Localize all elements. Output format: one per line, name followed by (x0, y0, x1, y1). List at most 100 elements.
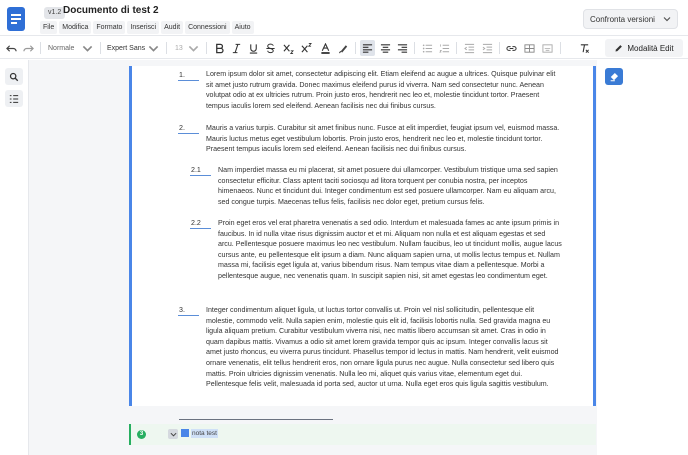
menu-inserisci[interactable]: Inserisci (127, 21, 160, 34)
menu-bar: File Modifica Formato Inserisci Audit Co… (40, 21, 254, 34)
font-family-value: Expert Sans (107, 44, 146, 52)
section-paragraph[interactable]: Mauris a varius turpis. Curabitur sit am… (206, 123, 562, 155)
insert-table-button[interactable] (522, 40, 536, 56)
compare-versions-label: Confronta versioni (590, 14, 655, 24)
outdent-icon (463, 43, 474, 53)
document-area: 1. Lorem ipsum dolor sit amet, consectet… (29, 60, 597, 455)
indent-icon (482, 43, 492, 53)
pencil-icon (615, 44, 623, 51)
chevron-down-icon (170, 432, 176, 437)
note-color-marker (181, 429, 189, 437)
app-window: v1.2 Documento di test 2 File Modifica F… (0, 0, 688, 455)
clear-formatting-icon (580, 43, 589, 53)
section-number-underline (178, 133, 199, 134)
align-center-button[interactable] (378, 40, 392, 56)
stamp-icon (610, 72, 619, 81)
subsection-number: 2.2 (191, 219, 201, 227)
comment-panel-button[interactable] (605, 68, 623, 85)
bullet-list-icon (422, 43, 432, 53)
edit-mode-button[interactable]: Modalità Edit (605, 39, 683, 57)
chevron-down-icon (188, 45, 199, 52)
menu-formato[interactable]: Formato (93, 21, 126, 34)
left-side-panel (0, 60, 29, 455)
highlight-button[interactable] (336, 40, 350, 56)
menu-file[interactable]: File (40, 21, 58, 34)
link-icon (506, 45, 517, 51)
paragraph-style-value: Normale (48, 44, 75, 52)
footnote-divider (179, 419, 333, 420)
underline-button[interactable] (246, 40, 260, 56)
menu-modifica[interactable]: Modifica (59, 21, 92, 34)
compare-versions-dropdown[interactable]: Confronta versioni (583, 9, 678, 29)
document-page[interactable]: 1. Lorem ipsum dolor sit amet, consectet… (129, 66, 596, 406)
text-color-button[interactable] (318, 40, 332, 56)
superscript-button[interactable] (299, 40, 314, 56)
menu-audit[interactable]: Audit (161, 21, 184, 34)
bold-button[interactable] (212, 40, 226, 56)
title-bar: v1.2 Documento di test 2 File Modifica F… (0, 0, 688, 36)
undo-button[interactable] (4, 40, 18, 56)
section-number-underline (178, 315, 199, 316)
subscript-icon (283, 43, 294, 54)
font-family-select[interactable]: Expert Sans (107, 40, 159, 56)
outline-list-icon (9, 94, 19, 103)
subsection-number: 2.1 (191, 166, 201, 174)
align-right-button[interactable] (395, 40, 409, 56)
section-number: 1. (179, 71, 185, 79)
edit-mode-label: Modalità Edit (627, 43, 674, 53)
indent-button[interactable] (480, 40, 494, 56)
formatting-toolbar: Normale Expert Sans 13 Modalità Edit (0, 37, 688, 59)
section-paragraph[interactable]: Proin eget eros vel erat pharetra venena… (218, 218, 563, 282)
notes-count-badge: 3 (137, 430, 146, 439)
right-side-panel (597, 60, 688, 455)
note-text[interactable]: nota test (191, 429, 218, 438)
strikethrough-button[interactable] (263, 40, 277, 56)
insert-image-button[interactable] (540, 40, 554, 56)
chevron-down-icon (148, 45, 159, 52)
clear-formatting-button[interactable] (577, 40, 591, 56)
bullet-list-button[interactable] (420, 40, 434, 56)
document-title[interactable]: Documento di test 2 (63, 5, 159, 16)
superscript-icon (301, 42, 312, 53)
font-size-value: 13 (175, 44, 183, 52)
highlighter-icon (338, 44, 347, 53)
section-paragraph[interactable]: Nam imperdiet massa eu mi placerat, sit … (218, 165, 563, 207)
search-icon (9, 72, 19, 81)
chevron-down-icon (663, 17, 671, 22)
italic-icon (232, 43, 240, 53)
image-icon (541, 43, 553, 53)
section-paragraph[interactable]: Integer condimentum aliquet ligula, ut l… (206, 305, 562, 390)
notes-bar: 3 nota test (129, 424, 596, 445)
table-icon (523, 43, 535, 53)
undo-icon (5, 44, 17, 52)
chevron-down-icon (82, 45, 93, 52)
menu-aiuto[interactable]: Aiuto (231, 21, 254, 34)
notes-expand-button[interactable] (168, 429, 178, 439)
insert-link-button[interactable] (504, 40, 519, 56)
bold-icon (215, 43, 224, 53)
strikethrough-icon (265, 43, 275, 53)
align-center-icon (380, 43, 390, 53)
section-number: 3. (179, 306, 185, 314)
subscript-button[interactable] (281, 40, 296, 56)
outline-panel-button[interactable] (5, 90, 23, 107)
section-number-underline (190, 228, 211, 229)
font-size-select[interactable]: 13 (175, 40, 199, 56)
numbered-list-icon (438, 43, 449, 53)
align-left-button[interactable] (360, 40, 375, 56)
align-right-icon (397, 43, 407, 53)
numbered-list-button[interactable] (437, 40, 451, 56)
text-color-icon (320, 42, 330, 54)
menu-connessioni[interactable]: Connessioni (185, 21, 230, 34)
search-panel-button[interactable] (5, 68, 23, 85)
underline-icon (249, 43, 257, 54)
section-number-underline (190, 175, 211, 176)
redo-button[interactable] (21, 40, 35, 56)
section-number: 2. (179, 124, 185, 132)
paragraph-style-select[interactable]: Normale (48, 40, 93, 56)
align-left-icon (362, 43, 373, 53)
outdent-button[interactable] (462, 40, 476, 56)
section-paragraph[interactable]: Lorem ipsum dolor sit amet, consectetur … (206, 69, 562, 111)
italic-button[interactable] (229, 40, 243, 56)
app-logo-icon (7, 7, 25, 31)
